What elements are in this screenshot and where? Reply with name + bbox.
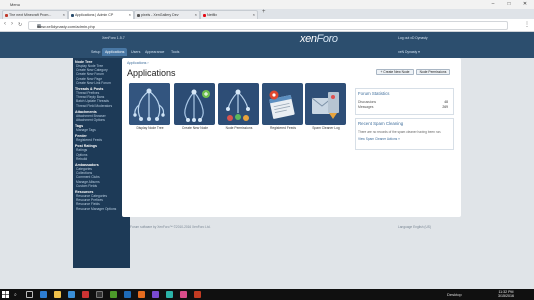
app-icon[interactable] xyxy=(124,291,131,298)
file-explorer-icon[interactable] xyxy=(54,291,61,298)
forum-statistics-title: Forum Statistics xyxy=(358,91,390,96)
tab-minecraft[interactable]: The next Minecraft Prom... × xyxy=(2,10,68,19)
browser-titlebar: Menu – □ ✕ xyxy=(0,0,534,9)
logout-link[interactable]: Log out xD Dynasty xyxy=(398,36,428,40)
xenforo-logo[interactable]: xenForo xyxy=(300,33,338,45)
spam-cleaner-link[interactable]: View Spam Cleaner Actions » xyxy=(358,137,451,141)
browser-menu-button[interactable]: Menu xyxy=(10,2,20,7)
visitor-menu[interactable]: xeN Dynasty ▾ xyxy=(398,50,420,54)
tile-label[interactable]: Display Node Tree xyxy=(125,126,175,130)
footer-language[interactable]: Language English (US) xyxy=(398,225,431,229)
new-tab-icon[interactable]: + xyxy=(262,9,266,15)
node-tree-icon[interactable] xyxy=(129,83,170,125)
close-tab-icon[interactable]: × xyxy=(195,11,197,19)
close-tab-icon[interactable]: × xyxy=(63,11,65,19)
close-tab-icon[interactable]: × xyxy=(253,11,255,19)
app-icon[interactable] xyxy=(166,291,173,298)
app-icon[interactable] xyxy=(194,291,201,298)
tile-label[interactable]: Spam Cleaner Log xyxy=(301,126,351,130)
search-icon[interactable]: ⌕ xyxy=(14,292,17,298)
nav-appearance[interactable]: Appearance xyxy=(142,48,167,56)
close-tab-icon[interactable]: × xyxy=(129,11,131,19)
favicon-icon xyxy=(136,13,140,17)
spam-cleaning-title: Recent Spam Cleaning xyxy=(358,121,404,126)
main-content: Applications › Applications + Create New… xyxy=(122,58,461,217)
bookmark-star-icon[interactable]: ☆ xyxy=(37,24,504,29)
store-icon[interactable] xyxy=(68,291,75,298)
tab-netflix[interactable]: Netflix × xyxy=(200,10,258,19)
forum-statistics-panel: Forum Statistics Discussions 48 Messages 2… xyxy=(355,88,454,115)
tab-admin-cp[interactable]: Applications | Admin CP × xyxy=(68,10,134,19)
create-node-icon[interactable] xyxy=(174,83,215,125)
desktop-toolbar[interactable]: Desktop xyxy=(447,292,462,297)
windows-start-icon[interactable] xyxy=(2,291,9,298)
reload-icon[interactable]: ↻ xyxy=(18,22,22,28)
edge-icon[interactable] xyxy=(40,291,47,298)
terminal-icon[interactable] xyxy=(96,291,103,298)
sidebar-panels: Forum Statistics Discussions 48 Messages 2… xyxy=(355,88,454,168)
spam-cleaning-text: There are no records of the spam cleaner… xyxy=(358,130,442,134)
tab-xengallery[interactable]: pixels - XenGallery Dev × xyxy=(134,10,200,19)
minimize-icon[interactable]: – xyxy=(485,0,501,9)
spam-cleaning-panel: Recent Spam Cleaning There are no record… xyxy=(355,118,454,150)
favicon-icon xyxy=(70,13,74,17)
forward-icon[interactable]: › xyxy=(11,21,13,27)
back-icon[interactable]: ‹ xyxy=(4,21,6,27)
system-clock[interactable]: 11:32 PM 3/15/2016 xyxy=(498,290,514,298)
opera-icon[interactable] xyxy=(82,291,89,298)
task-view-icon[interactable] xyxy=(26,291,33,298)
address-bar[interactable]: www.xe5dynasty.com/admin.php ☆ xyxy=(28,21,508,30)
browser-toolbar: ‹ › ↻ www.xe5dynasty.com/admin.php ☆ xyxy=(0,19,534,32)
nav-tools[interactable]: Tools xyxy=(168,48,182,56)
favicon-icon xyxy=(4,13,8,17)
nav-applications[interactable]: Applications xyxy=(102,48,128,56)
node-permissions-button[interactable]: Node Permissions xyxy=(416,69,450,75)
version-label: XenForo 1.5.7 xyxy=(102,36,125,40)
tile-label[interactable]: Create New Node xyxy=(170,126,220,130)
app-icon[interactable] xyxy=(138,291,145,298)
create-node-button[interactable]: + Create New Node xyxy=(376,69,414,75)
minecraft-icon[interactable] xyxy=(110,291,117,298)
browser-menu-icon[interactable]: ⋮ xyxy=(524,21,530,28)
admin-header: XenForo 1.5.7 xenForo Log out xD Dynasty… xyxy=(0,32,534,58)
windows-taskbar: ⌕ Desktop 11:32 PM 3/15/2016 xyxy=(0,289,534,300)
stat-row: Messages 269 xyxy=(358,104,448,109)
feeds-icon[interactable] xyxy=(262,83,303,125)
app-icon[interactable] xyxy=(180,291,187,298)
maximize-icon[interactable]: □ xyxy=(501,0,517,9)
close-icon[interactable]: ✕ xyxy=(517,0,533,9)
page-title: Applications xyxy=(127,68,176,78)
page-viewport: XenForo 1.5.7 xenForo Log out xD Dynasty… xyxy=(0,32,534,289)
tile-label[interactable]: Node Permissions xyxy=(214,126,264,130)
tab-strip: The next Minecraft Prom... × Applications… xyxy=(0,9,534,19)
app-icon[interactable] xyxy=(152,291,159,298)
spam-cleaner-icon[interactable] xyxy=(305,83,346,125)
node-permissions-icon[interactable] xyxy=(218,83,259,125)
favicon-icon xyxy=(202,13,206,17)
breadcrumb[interactable]: Applications › xyxy=(127,61,149,65)
footer-copyright[interactable]: Forum software by XenForo™ ©2010-2016 Xe… xyxy=(130,225,210,229)
